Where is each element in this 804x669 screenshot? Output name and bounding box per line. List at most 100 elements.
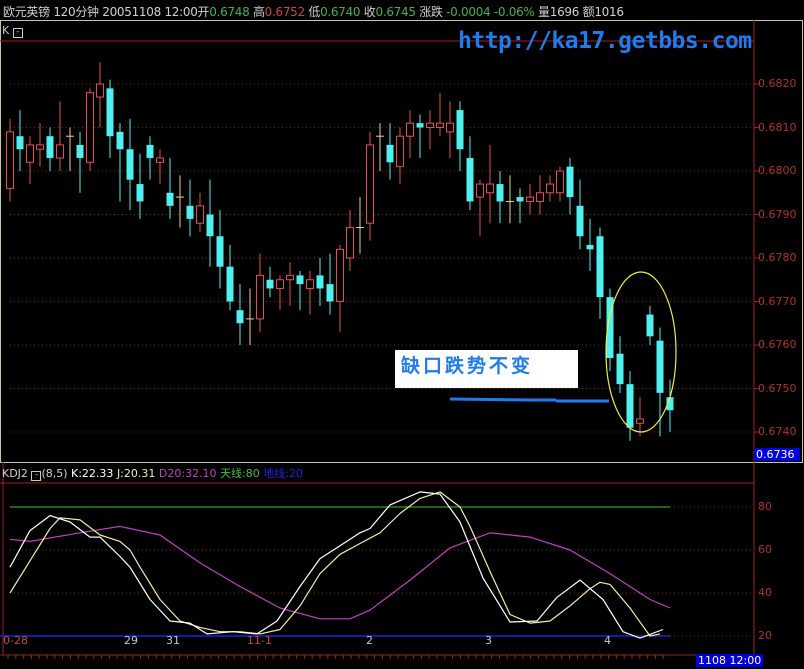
candle <box>336 244 344 332</box>
candle-body <box>226 266 234 302</box>
candle-body <box>6 131 14 189</box>
candle-body <box>456 110 464 150</box>
candle-body <box>486 183 494 194</box>
candle-body <box>96 83 104 98</box>
candle-body <box>386 144 394 163</box>
candle-body <box>406 122 414 137</box>
candle-body <box>586 244 594 250</box>
candle-body <box>556 170 564 194</box>
candle-body <box>106 88 114 137</box>
volume-value: 1696 <box>549 5 580 19</box>
candle-body <box>326 284 334 302</box>
candle <box>116 123 124 202</box>
candle-body <box>116 131 124 150</box>
kdj-j-value: J:20.31 <box>116 467 156 480</box>
price-axis-label: 0.6810 <box>758 120 797 134</box>
candle <box>66 127 74 171</box>
candle <box>296 271 304 311</box>
candle <box>176 175 184 228</box>
candle <box>576 179 584 250</box>
candle-body <box>476 183 484 198</box>
candle-body <box>466 157 474 202</box>
candle-body <box>396 135 404 168</box>
candle-body <box>206 214 214 237</box>
candle-body <box>86 92 94 163</box>
candle-body <box>26 144 34 163</box>
candle <box>636 397 644 437</box>
candle <box>56 101 64 171</box>
candle-body <box>416 123 424 128</box>
candle <box>376 123 384 171</box>
quote-header: 欧元英镑 120分钟 20051108 12:00开0.6748 高0.6752… <box>3 3 624 20</box>
candle-body <box>496 184 504 202</box>
instrument-name: 欧元英镑 <box>3 5 50 19</box>
candle <box>36 123 44 167</box>
price-axis-label: 0.6740 <box>758 425 797 438</box>
minus-box-icon[interactable]: - <box>12 28 23 38</box>
candle-body <box>336 248 344 303</box>
price-axis-label: 0.6760 <box>758 338 797 351</box>
candle <box>356 197 364 254</box>
chart-canvas <box>0 20 803 659</box>
kdj-j-line <box>9 491 661 637</box>
candle-body <box>366 144 374 224</box>
kdj-sky-line-value: 天线:80 <box>220 467 260 480</box>
candle-body <box>266 279 274 289</box>
candle-body <box>646 314 654 337</box>
candle-body <box>196 205 204 224</box>
candle-body <box>526 196 534 202</box>
amount-value: 1016 <box>594 5 624 19</box>
candle-body <box>136 184 144 202</box>
low-label: 低 <box>308 5 321 19</box>
time-axis-label: 2 <box>366 634 373 647</box>
candle <box>506 175 514 224</box>
kdj-name: KDJ2 <box>2 467 28 480</box>
kdj-params: (8,5) <box>41 467 68 480</box>
candle <box>566 157 574 215</box>
candle <box>136 153 144 219</box>
candle <box>166 157 174 219</box>
close-value: 0.6745 <box>375 5 417 19</box>
price-axis-label: 0.6780 <box>758 251 797 264</box>
candle-body <box>146 144 154 158</box>
candle <box>416 114 424 158</box>
candle <box>306 271 314 315</box>
kdj-axis-label: 20 <box>758 629 772 642</box>
candle-body <box>536 192 544 202</box>
candle-body <box>126 149 134 180</box>
price-axis-label: 0.6800 <box>758 164 797 177</box>
candle-body <box>306 279 314 289</box>
close-label: 收 <box>363 5 376 19</box>
price-axis-label: 0.6750 <box>758 381 797 395</box>
highlight-ellipse <box>605 271 677 433</box>
change-label: 涨跌 <box>419 5 443 19</box>
minus-box-icon[interactable]: - <box>31 471 42 481</box>
time-axis-label: 0-28 <box>3 634 28 647</box>
candle <box>526 184 534 215</box>
candle-body <box>636 418 644 424</box>
change-pct: -0.06% <box>493 5 535 19</box>
candle <box>596 227 604 319</box>
candle <box>466 136 474 211</box>
main-panel-label: K - <box>2 24 23 38</box>
change-value: -0.0004 <box>446 5 491 19</box>
high-label: 高 <box>252 5 265 19</box>
candle <box>46 127 54 171</box>
candle-body <box>236 310 244 324</box>
candle-body <box>566 166 574 198</box>
price-axis-label: 0.6820 <box>758 77 797 90</box>
annotation-box: 缺口跌势不变 <box>395 350 578 388</box>
candle <box>256 253 264 332</box>
candle-body <box>616 353 624 385</box>
current-price-label: 0.6736 <box>754 448 800 461</box>
candle-body <box>516 197 524 202</box>
candle <box>196 192 204 232</box>
candle <box>556 166 564 202</box>
kdj-ground-line-value: 地线:20 <box>263 467 303 480</box>
candle-body <box>346 227 354 259</box>
candle <box>486 144 494 224</box>
price-axis-label: 0.6790 <box>758 207 797 221</box>
candle-body <box>596 236 604 298</box>
kdj-header: KDJ2 - (8,5) K:22.33 J:20.31 D20:32.10 天线… <box>2 465 303 481</box>
candle-body <box>286 274 294 281</box>
